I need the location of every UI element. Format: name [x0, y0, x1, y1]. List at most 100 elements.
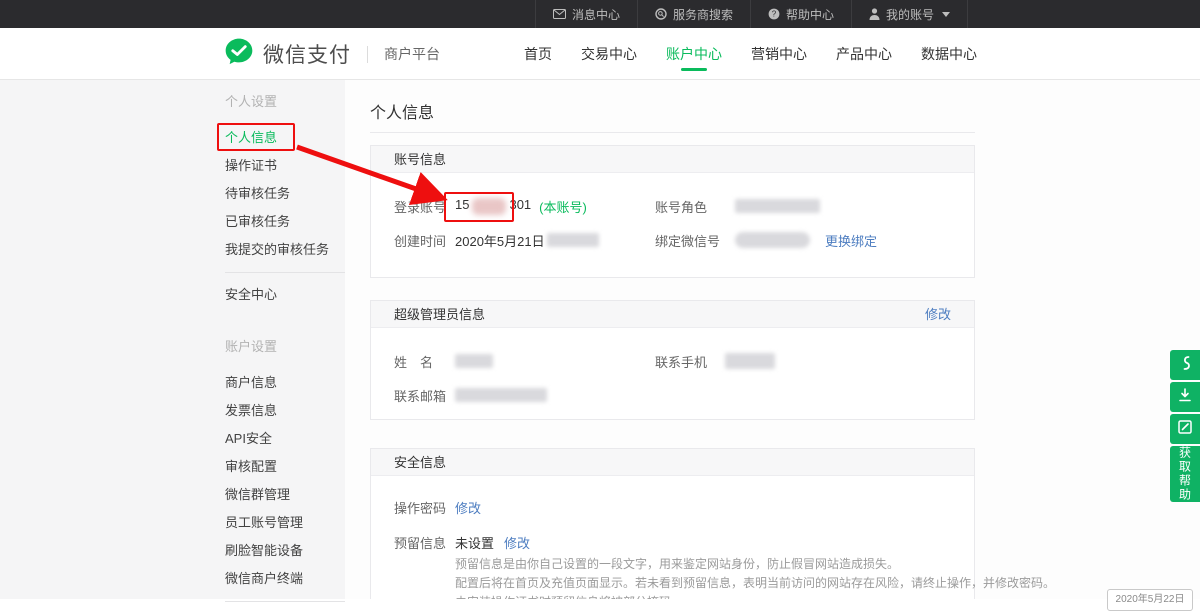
admin-name-row: 姓 名: [394, 351, 493, 371]
sidebar-item-wechat-group-management[interactable]: 微信群管理: [225, 481, 345, 509]
wechat-pay-logo-icon: [224, 37, 254, 72]
nav-item-home[interactable]: 首页: [524, 28, 552, 80]
sidebar-item-my-submitted-review-tasks[interactable]: 我提交的审核任务: [225, 236, 345, 264]
sidebar-divider: [225, 601, 345, 602]
topbar-item-messages[interactable]: 消息中心: [535, 0, 637, 28]
sidebar-item-staff-account-management[interactable]: 员工账号管理: [225, 509, 345, 537]
sidebar-section-personal-settings: 个人设置: [225, 88, 345, 116]
sidebar-item-review-config[interactable]: 审核配置: [225, 453, 345, 481]
nav-item-transaction-center[interactable]: 交易中心: [581, 28, 637, 80]
rebind-wechat-link[interactable]: 更换绑定: [825, 231, 877, 250]
admin-email-row: 联系邮箱: [394, 385, 547, 405]
sidebar-item-invoice-info[interactable]: 发票信息: [225, 397, 345, 425]
reserve-info-status: 未设置: [455, 533, 494, 552]
topbar-item-label: 帮助中心: [786, 6, 834, 23]
sidebar-divider: [225, 272, 345, 273]
floating-toolbar: 获取帮助: [1170, 350, 1200, 502]
account-role-row: 账号角色: [655, 196, 820, 216]
topbar-item-provider-search[interactable]: 服务商搜索: [637, 0, 750, 28]
nav-item-label: 首页: [524, 44, 552, 64]
sidebar-section-account-settings: 账户设置: [225, 333, 345, 361]
sidebar-item-reviewed-tasks[interactable]: 已审核任务: [225, 208, 345, 236]
redacted-blur: [735, 199, 820, 213]
nav-item-label: 账户中心: [666, 44, 722, 64]
created-time-label: 创建时间: [394, 231, 455, 250]
title-divider: [370, 132, 975, 133]
account-info-panel-header: 账号信息: [371, 146, 974, 173]
quick-link-button[interactable]: [1170, 350, 1200, 380]
super-admin-panel: 超级管理员信息 修改 姓 名 联系手机 联系邮箱: [370, 300, 975, 420]
redacted-blur: [455, 388, 547, 402]
login-account-row: 登录账号 15301 (本账号): [394, 196, 587, 216]
description-line: 配置后将在首页及充值页面显示。若未看到预留信息，表明当前访问的网站存在风险，请终…: [455, 574, 1055, 593]
description-line: 未安装操作证书时预留信息将被部分掩码。: [455, 593, 1055, 599]
mail-icon: [553, 9, 566, 19]
redacted-blur: [735, 232, 810, 248]
nav-item-account-center[interactable]: 账户中心: [666, 28, 722, 80]
security-info-panel: 安全信息 操作密码 修改 预留信息 未设置 修改 预留信息是由你自己设置的一段文…: [370, 448, 975, 599]
operation-password-label: 操作密码: [394, 498, 455, 517]
sidebar-item-pending-review-tasks[interactable]: 待审核任务: [225, 180, 345, 208]
panel-title: 超级管理员信息: [394, 301, 485, 327]
created-time-value: 2020年5月21日: [455, 231, 545, 250]
login-account-value: 15301: [455, 197, 531, 214]
account-info-panel: 账号信息 登录账号 15301 (本账号) 账号角色 创建时间 2020年5月2…: [370, 145, 975, 278]
redacted-blur: [725, 353, 775, 369]
date-tooltip: 2020年5月22日: [1107, 589, 1193, 611]
header: 微信支付 商户平台 首页 交易中心 账户中心 营销中心 产品中心 数据中心: [0, 28, 1200, 80]
topbar-item-help-center[interactable]: ? 帮助中心: [750, 0, 851, 28]
reserve-info-description: 预留信息是由你自己设置的一段文字，用来鉴定网站身份，防止假冒网站造成损失。 配置…: [455, 555, 1055, 599]
nav-item-label: 数据中心: [921, 44, 977, 64]
reserve-info-label: 预留信息: [394, 533, 455, 552]
sidebar-menu: 个人设置 个人信息 操作证书 待审核任务 已审核任务 我提交的审核任务 安全中心…: [225, 88, 345, 610]
brand-divider: [367, 46, 368, 63]
edit-icon: [1178, 420, 1192, 439]
sidebar-item-personal-info[interactable]: 个人信息: [225, 124, 345, 152]
panel-title: 安全信息: [394, 449, 446, 475]
redacted-blur: [472, 198, 506, 215]
circle-search-icon: [655, 8, 667, 20]
super-admin-panel-header: 超级管理员信息 修改: [371, 301, 974, 328]
operation-password-row: 操作密码 修改: [394, 497, 481, 517]
nav-item-product-center[interactable]: 产品中心: [836, 28, 892, 80]
sidebar-item-security-center[interactable]: 安全中心: [225, 281, 345, 309]
topbar-item-label: 服务商搜索: [673, 6, 733, 23]
reserve-info-row: 预留信息 未设置 修改: [394, 532, 530, 552]
page-title: 个人信息: [370, 99, 434, 123]
sidebar-item-face-smart-device[interactable]: 刷脸智能设备: [225, 537, 345, 565]
sidebar-item-api-security[interactable]: API安全: [225, 425, 345, 453]
main-nav: 首页 交易中心 账户中心 营销中心 产品中心 数据中心: [524, 28, 977, 80]
svg-text:?: ?: [772, 10, 777, 19]
nav-item-data-center[interactable]: 数据中心: [921, 28, 977, 80]
redacted-blur: [547, 233, 599, 247]
topbar-item-label: 我的账号: [886, 6, 934, 23]
redacted-blur: [455, 354, 493, 368]
bound-wechat-row: 绑定微信号 更换绑定: [655, 230, 877, 250]
nav-item-label: 产品中心: [836, 44, 892, 64]
edit-reserve-info-link[interactable]: 修改: [504, 533, 530, 552]
sidebar-item-operation-certificate[interactable]: 操作证书: [225, 152, 345, 180]
admin-email-label: 联系邮箱: [394, 386, 455, 405]
question-icon: ?: [768, 8, 780, 20]
get-help-button[interactable]: 获取帮助: [1170, 446, 1200, 502]
sidebar: 个人设置 个人信息 操作证书 待审核任务 已审核任务 我提交的审核任务 安全中心…: [0, 80, 345, 599]
sidebar-item-wechat-merchant-terminal[interactable]: 微信商户终端: [225, 565, 345, 593]
panel-title: 账号信息: [394, 146, 446, 172]
feedback-button[interactable]: [1170, 414, 1200, 444]
link-icon: [1179, 355, 1192, 376]
topbar-item-label: 消息中心: [572, 6, 620, 23]
brand-name: 微信支付: [263, 39, 351, 69]
nav-item-marketing-center[interactable]: 营销中心: [751, 28, 807, 80]
admin-name-label: 姓 名: [394, 352, 455, 371]
user-icon: [869, 8, 880, 20]
sidebar-item-merchant-info[interactable]: 商户信息: [225, 369, 345, 397]
nav-item-label: 营销中心: [751, 44, 807, 64]
edit-password-link[interactable]: 修改: [455, 498, 481, 517]
brand[interactable]: 微信支付 商户平台: [224, 28, 440, 80]
description-line: 预留信息是由你自己设置的一段文字，用来鉴定网站身份，防止假冒网站造成损失。: [455, 555, 1055, 574]
admin-phone-label: 联系手机: [655, 352, 725, 371]
edit-admin-link[interactable]: 修改: [925, 301, 951, 327]
main-content: 个人信息 账号信息 登录账号 15301 (本账号) 账号角色 创建时间 202…: [345, 80, 1200, 599]
topbar-item-my-account[interactable]: 我的账号: [851, 0, 968, 28]
download-button[interactable]: [1170, 382, 1200, 412]
